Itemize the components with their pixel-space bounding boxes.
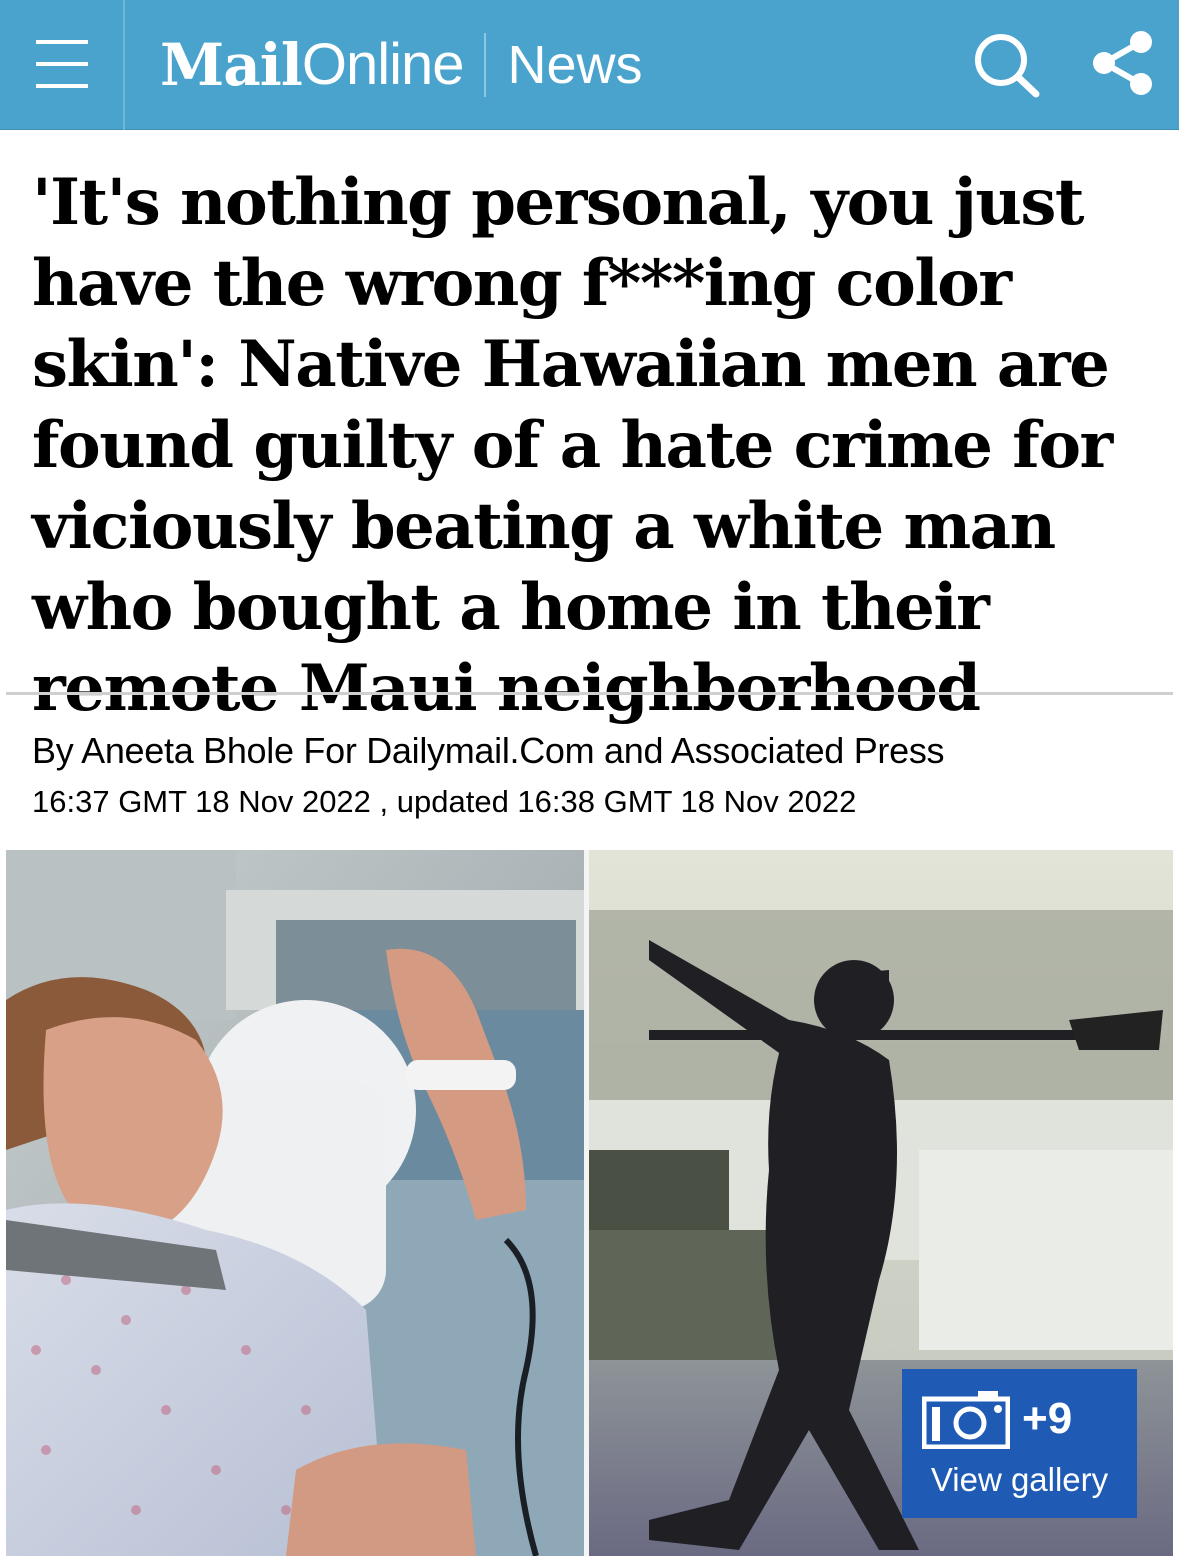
- site-header: Mail Online News: [0, 0, 1179, 130]
- header-divider: [123, 0, 125, 130]
- share-icon: [1093, 31, 1152, 95]
- menu-button[interactable]: [0, 0, 123, 130]
- gallery-label: View gallery: [930, 1461, 1109, 1498]
- camera-icon: [922, 1391, 1010, 1449]
- logo-online-text: Online: [301, 32, 465, 97]
- search-button[interactable]: [968, 30, 1046, 100]
- site-logo[interactable]: Mail Online News: [160, 28, 643, 102]
- article-timestamp: 16:37 GMT 18 Nov 2022 , updated 16:38 GM…: [32, 784, 857, 819]
- section-label[interactable]: News: [508, 38, 643, 92]
- search-icon: [975, 34, 1040, 98]
- logo-mail-text: Mail: [160, 31, 303, 99]
- headline-divider: [6, 692, 1173, 695]
- hamburger-icon: [35, 40, 88, 90]
- gallery-count: +9: [1022, 1394, 1073, 1443]
- share-button[interactable]: [1088, 28, 1158, 98]
- hospital-photo[interactable]: [6, 850, 584, 1556]
- article-byline: By Aneeta Bhole For Dailymail.Com and As…: [32, 730, 945, 771]
- article-page: Mail Online News 'It's nothing personal,…: [0, 0, 1179, 1556]
- view-gallery-button[interactable]: +9 View gallery: [902, 1369, 1137, 1518]
- article-headline: 'It's nothing personal, you just have th…: [32, 165, 1113, 726]
- logo-separator: [483, 33, 486, 97]
